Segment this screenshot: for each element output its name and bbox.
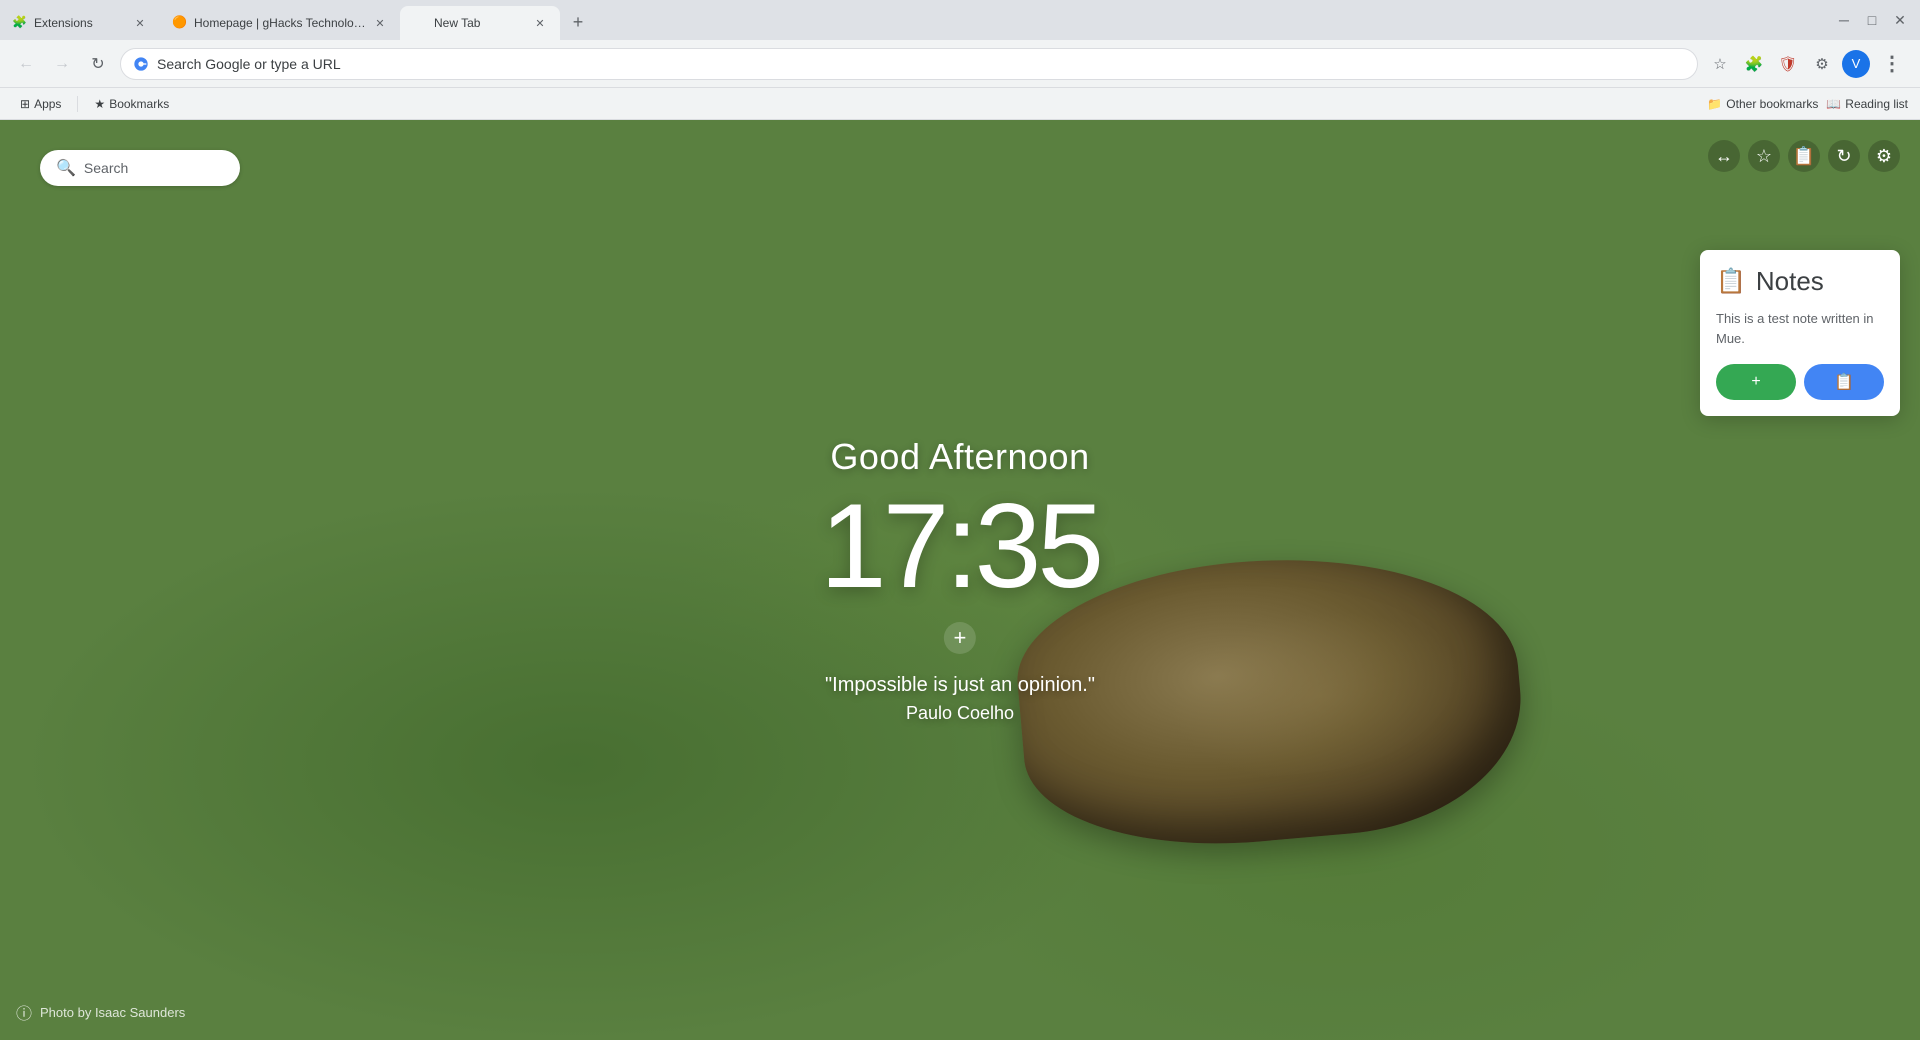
profile-icon[interactable]: ⚙ (1808, 50, 1836, 78)
photo-credit-text: Photo by Isaac Saunders (40, 1005, 185, 1020)
info-icon: ⓘ (16, 1000, 32, 1024)
tab-title-extensions: Extensions (34, 16, 126, 30)
quote-text: "Impossible is just an opinion." (820, 674, 1100, 697)
notes-body-text: This is a test note written in Mue. (1716, 309, 1884, 348)
tab-bar-right: ─ □ ✕ (1824, 0, 1920, 40)
notes-header: 📋 Notes (1716, 266, 1884, 297)
search-bar[interactable]: 🔍 Search (40, 150, 240, 186)
reading-list-label: Reading list (1845, 97, 1908, 111)
minimize-button[interactable]: ─ (1832, 8, 1856, 32)
page-toolbar: ↔ ☆ 📋 ↻ ⚙ (1708, 140, 1900, 172)
back-button[interactable]: ← (12, 50, 40, 78)
add-widget-button[interactable]: + (944, 622, 976, 654)
close-button[interactable]: ✕ (1888, 8, 1912, 32)
bookmark-star-icon[interactable]: ☆ (1706, 50, 1734, 78)
reload-button[interactable]: ↻ (84, 50, 112, 78)
greeting-text: Good Afternoon (820, 436, 1100, 478)
other-bookmarks-icon: 📁 (1707, 97, 1722, 111)
reading-list-icon: 📖 (1826, 97, 1841, 111)
tab-newtab[interactable]: New Tab ✕ (400, 6, 560, 40)
notes-actions: + 📋 (1716, 364, 1884, 400)
browser-menu-button[interactable]: ⋮ (1876, 49, 1908, 78)
settings-button[interactable]: ⚙ (1868, 140, 1900, 172)
forward-button[interactable]: → (48, 50, 76, 78)
user-avatar[interactable]: V (1842, 50, 1870, 78)
tab-close-extensions[interactable]: ✕ (132, 15, 148, 31)
search-input[interactable]: Search (84, 160, 128, 176)
extension-icon[interactable]: 🧩 (1740, 50, 1768, 78)
tab-title-newtab: New Tab (434, 16, 526, 30)
photo-credit: ⓘ Photo by Isaac Saunders (16, 1000, 185, 1024)
tab-bar: 🧩 Extensions ✕ 🟠 Homepage | gHacks Techn… (0, 0, 1920, 40)
tab-ghacks[interactable]: 🟠 Homepage | gHacks Technolog... ✕ (160, 6, 400, 40)
ublock-icon[interactable]: 🛡 (1774, 50, 1802, 78)
google-icon (133, 56, 149, 72)
bookmark-button[interactable]: ☆ (1748, 140, 1780, 172)
other-bookmarks-label: Other bookmarks (1726, 97, 1818, 111)
fullscreen-button[interactable]: ↔ (1708, 140, 1740, 172)
new-tab-page: 🔍 Search ↔ ☆ 📋 ↻ ⚙ Good Afternoon 17:35 … (0, 120, 1920, 1040)
search-icon: 🔍 (56, 158, 76, 178)
bookmarks-separator (77, 96, 78, 112)
notes-add-button[interactable]: + (1716, 364, 1796, 400)
center-content: Good Afternoon 17:35 + "Impossible is ju… (820, 436, 1100, 724)
clock-display: 17:35 (820, 486, 1100, 606)
tab-title-ghacks: Homepage | gHacks Technolog... (194, 16, 366, 30)
other-bookmarks[interactable]: 📁 Other bookmarks (1707, 97, 1818, 111)
restore-button[interactable]: □ (1860, 8, 1884, 32)
quote-author: Paulo Coelho (820, 703, 1100, 724)
browser-frame: 🧩 Extensions ✕ 🟠 Homepage | gHacks Techn… (0, 0, 1920, 1040)
notes-toggle-button[interactable]: 📋 (1788, 140, 1820, 172)
notes-copy-button[interactable]: 📋 (1804, 364, 1884, 400)
tab-extensions[interactable]: 🧩 Extensions ✕ (0, 6, 160, 40)
bookmarks-bar: ⊞ Apps ★ Bookmarks 📁 Other bookmarks 📖 R… (0, 88, 1920, 120)
tab-close-newtab[interactable]: ✕ (532, 15, 548, 31)
tab-favicon-ghacks: 🟠 (172, 15, 188, 31)
bookmarks-label: Bookmarks (109, 97, 169, 111)
tab-close-ghacks[interactable]: ✕ (372, 15, 388, 31)
tab-bar-left: 🧩 Extensions ✕ 🟠 Homepage | gHacks Techn… (0, 0, 1824, 40)
url-bar[interactable]: Search Google or type a URL (120, 48, 1698, 80)
bookmarks-apps[interactable]: ⊞ Apps (12, 93, 69, 115)
notes-copy-icon: 📋 (1834, 372, 1854, 392)
notes-widget: 📋 Notes This is a test note written in M… (1700, 250, 1900, 416)
tab-favicon-extensions: 🧩 (12, 15, 28, 31)
refresh-page-button[interactable]: ↻ (1828, 140, 1860, 172)
tab-add-button[interactable]: + (564, 8, 592, 36)
apps-icon: ⊞ (20, 97, 30, 111)
address-bar: ← → ↻ Search Google or type a URL ☆ 🧩 🛡 … (0, 40, 1920, 88)
address-bar-right: ☆ 🧩 🛡 ⚙ V ⋮ (1706, 49, 1908, 78)
apps-label: Apps (34, 97, 61, 111)
notes-title: Notes (1756, 266, 1824, 297)
tab-favicon-newtab (412, 15, 428, 31)
url-text: Search Google or type a URL (157, 56, 1685, 72)
bookmarks-star-icon: ★ (94, 97, 105, 111)
reading-list[interactable]: 📖 Reading list (1826, 97, 1908, 111)
notes-add-icon: + (1751, 373, 1760, 391)
bookmarks-bookmarks[interactable]: ★ Bookmarks (86, 93, 177, 115)
bookmarks-right: 📁 Other bookmarks 📖 Reading list (1707, 97, 1908, 111)
notes-header-icon: 📋 (1716, 267, 1746, 296)
